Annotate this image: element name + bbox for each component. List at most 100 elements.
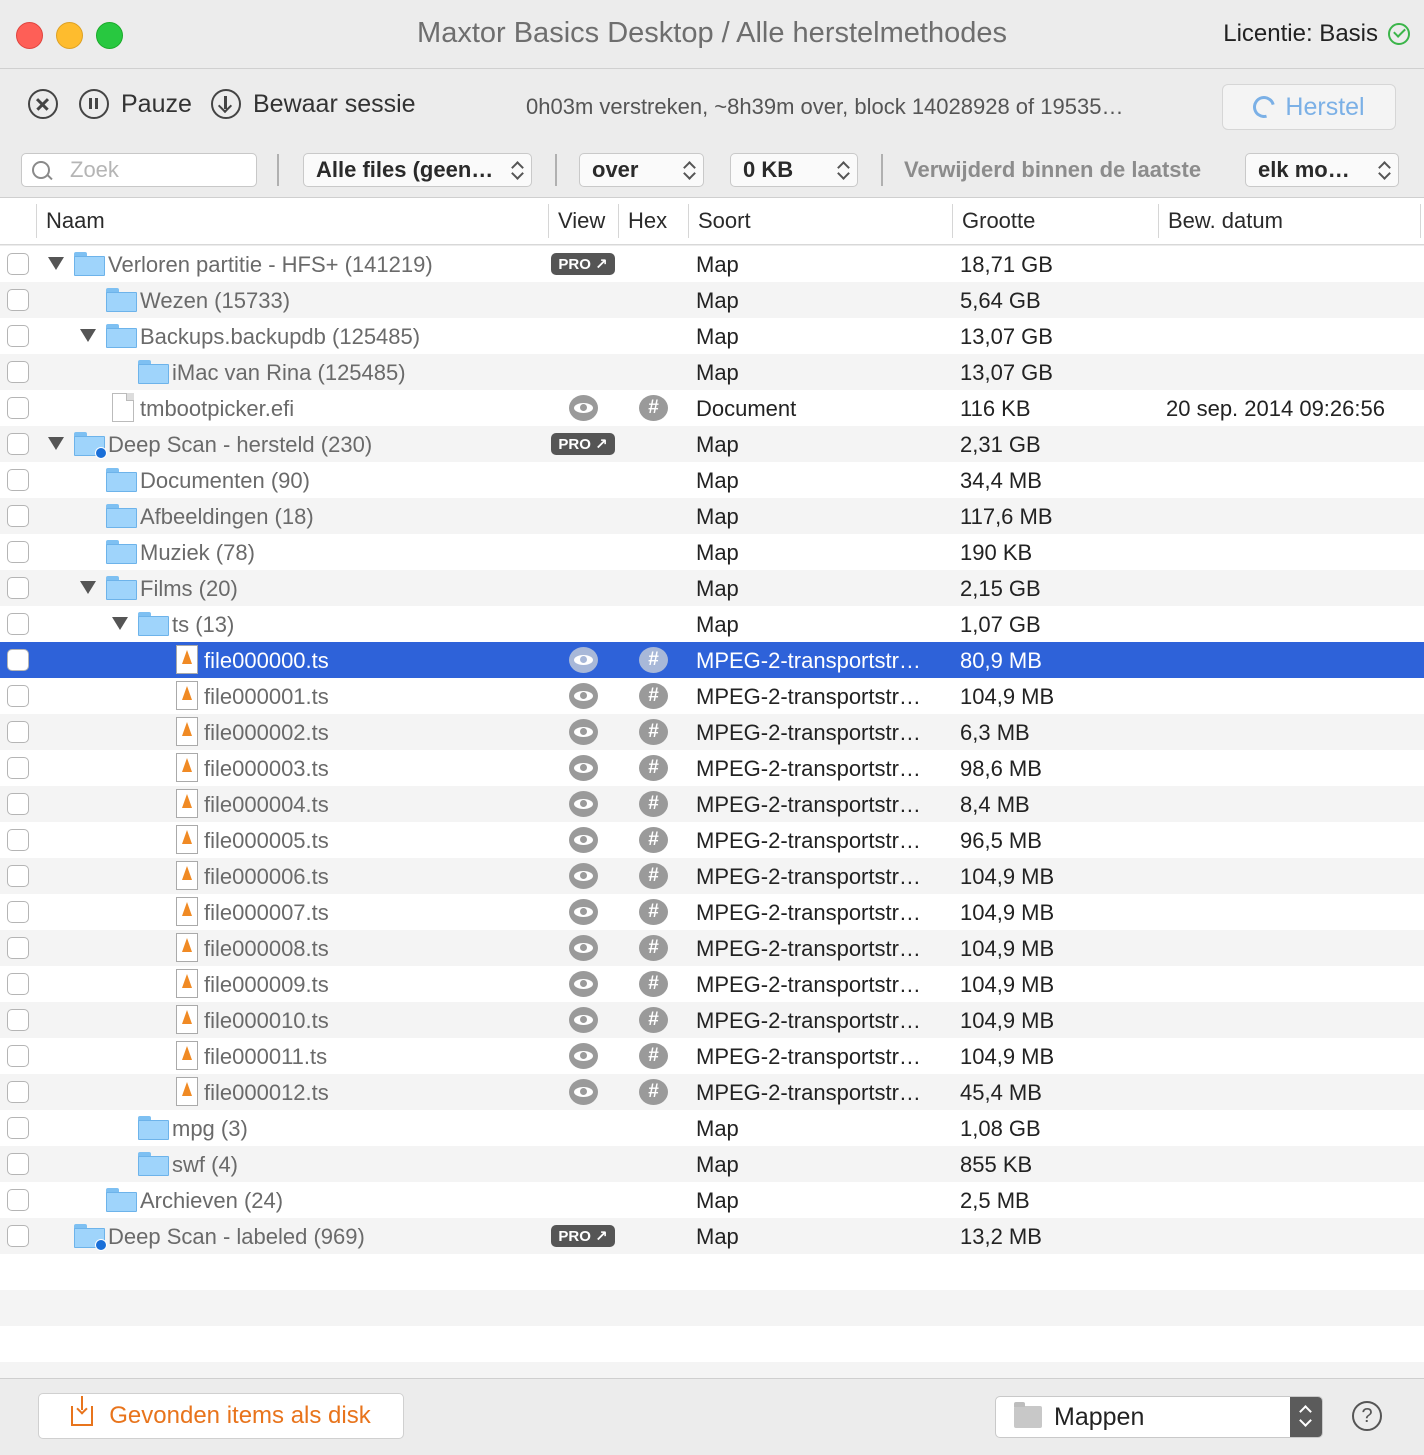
row-checkbox[interactable] <box>7 721 29 743</box>
row-checkbox[interactable] <box>7 793 29 815</box>
row-checkbox[interactable] <box>7 649 29 671</box>
column-view[interactable]: View <box>558 208 605 234</box>
preview-eye-icon[interactable] <box>569 935 598 961</box>
license-indicator[interactable]: Licentie: Basis <box>1223 20 1410 48</box>
row-checkbox[interactable] <box>7 1189 29 1211</box>
row-checkbox[interactable] <box>7 505 29 527</box>
tree-row[interactable]: file000009.ts # MPEG-2-transportstr… 104,9 … <box>0 966 1424 1002</box>
column-date[interactable]: Bew. datum <box>1168 208 1283 234</box>
row-checkbox[interactable] <box>7 1009 29 1031</box>
preview-eye-icon[interactable] <box>569 647 598 673</box>
row-checkbox[interactable] <box>7 433 29 455</box>
tree-row[interactable]: Deep Scan - labeled (969) PRO ↗ Map 13,2 MB <box>0 1218 1424 1254</box>
search-field[interactable] <box>21 153 257 187</box>
tree-row[interactable]: Films (20) Map 2,15 GB <box>0 570 1424 606</box>
preview-eye-icon[interactable] <box>569 1043 598 1069</box>
pro-badge[interactable]: PRO ↗ <box>551 253 615 275</box>
hex-view-icon[interactable]: # <box>639 647 668 673</box>
preview-eye-icon[interactable] <box>569 791 598 817</box>
tree-row[interactable]: iMac van Rina (125485) Map 13,07 GB <box>0 354 1424 390</box>
tree-row[interactable]: Muziek (78) Map 190 KB <box>0 534 1424 570</box>
pro-badge[interactable]: PRO ↗ <box>551 1225 615 1247</box>
row-checkbox[interactable] <box>7 865 29 887</box>
preview-eye-icon[interactable] <box>569 755 598 781</box>
row-checkbox[interactable] <box>7 1117 29 1139</box>
tree-row[interactable]: Verloren partitie - HFS+ (141219) PRO ↗ Ma… <box>0 246 1424 282</box>
hex-view-icon[interactable]: # <box>639 1079 668 1105</box>
row-checkbox[interactable] <box>7 937 29 959</box>
tree-row[interactable]: mpg (3) Map 1,08 GB <box>0 1110 1424 1146</box>
row-checkbox[interactable] <box>7 613 29 635</box>
row-checkbox[interactable] <box>7 973 29 995</box>
help-button[interactable]: ? <box>1352 1401 1382 1431</box>
hex-view-icon[interactable]: # <box>639 971 668 997</box>
tree-row[interactable]: file000002.ts # MPEG-2-transportstr… 6,3 MB <box>0 714 1424 750</box>
search-input[interactable] <box>68 156 232 184</box>
column-kind[interactable]: Soort <box>698 208 751 234</box>
tree-row[interactable]: file000005.ts # MPEG-2-transportstr… 96,5 M… <box>0 822 1424 858</box>
row-checkbox[interactable] <box>7 361 29 383</box>
hex-view-icon[interactable]: # <box>639 791 668 817</box>
tree-row[interactable]: file000011.ts # MPEG-2-transportstr… 104,9 … <box>0 1038 1424 1074</box>
deleted-period-select[interactable]: elk mo… <box>1245 153 1399 187</box>
row-checkbox[interactable] <box>7 577 29 599</box>
size-value-select[interactable]: 0 KB <box>730 153 858 187</box>
row-checkbox[interactable] <box>7 469 29 491</box>
preview-eye-icon[interactable] <box>569 683 598 709</box>
tree-row[interactable]: tmbootpicker.efi # Document 116 KB 20 sep. 2… <box>0 390 1424 426</box>
row-checkbox[interactable] <box>7 1045 29 1067</box>
column-name[interactable]: Naam <box>46 208 105 234</box>
tree-row[interactable]: file000000.ts # MPEG-2-transportstr… 80,9 M… <box>0 642 1424 678</box>
tree-row[interactable]: swf (4) Map 855 KB <box>0 1146 1424 1182</box>
mount-as-disk-button[interactable]: Gevonden items als disk <box>38 1393 404 1439</box>
preview-eye-icon[interactable] <box>569 1007 598 1033</box>
tree-row[interactable]: file000004.ts # MPEG-2-transportstr… 8,4 MB <box>0 786 1424 822</box>
tree-row[interactable]: Wezen (15733) Map 5,64 GB <box>0 282 1424 318</box>
hex-view-icon[interactable]: # <box>639 827 668 853</box>
tree-row[interactable]: file000010.ts # MPEG-2-transportstr… 104,9 … <box>0 1002 1424 1038</box>
row-checkbox[interactable] <box>7 685 29 707</box>
preview-eye-icon[interactable] <box>569 863 598 889</box>
hex-view-icon[interactable]: # <box>639 935 668 961</box>
hex-view-icon[interactable]: # <box>639 755 668 781</box>
preview-eye-icon[interactable] <box>569 827 598 853</box>
collapse-triangle-icon[interactable] <box>80 581 96 594</box>
column-hex[interactable]: Hex <box>628 208 667 234</box>
preview-eye-icon[interactable] <box>569 1079 598 1105</box>
tree-row[interactable]: Afbeeldingen (18) Map 117,6 MB <box>0 498 1424 534</box>
hex-view-icon[interactable]: # <box>639 899 668 925</box>
tree-row[interactable]: ts (13) Map 1,07 GB <box>0 606 1424 642</box>
hex-view-icon[interactable]: # <box>639 863 668 889</box>
row-checkbox[interactable] <box>7 1081 29 1103</box>
row-checkbox[interactable] <box>7 829 29 851</box>
hex-view-icon[interactable]: # <box>639 719 668 745</box>
tree-row[interactable]: Backups.backupdb (125485) Map 13,07 GB <box>0 318 1424 354</box>
row-checkbox[interactable] <box>7 397 29 419</box>
collapse-triangle-icon[interactable] <box>48 437 64 450</box>
tree-row[interactable]: file000012.ts # MPEG-2-transportstr… 45,4 M… <box>0 1074 1424 1110</box>
tree-row[interactable]: file000008.ts # MPEG-2-transportstr… 104,9 … <box>0 930 1424 966</box>
file-type-select[interactable]: Alle files (geen… <box>303 153 532 187</box>
column-size[interactable]: Grootte <box>962 208 1035 234</box>
recover-button[interactable]: Herstel <box>1222 84 1396 130</box>
row-checkbox[interactable] <box>7 1225 29 1247</box>
hex-view-icon[interactable]: # <box>639 395 668 421</box>
row-checkbox[interactable] <box>7 757 29 779</box>
tree-row[interactable]: Archieven (24) Map 2,5 MB <box>0 1182 1424 1218</box>
tree-row[interactable]: Deep Scan - hersteld (230) PRO ↗ Map 2,31 G… <box>0 426 1424 462</box>
tree-row[interactable]: file000003.ts # MPEG-2-transportstr… 98,6 M… <box>0 750 1424 786</box>
row-checkbox[interactable] <box>7 1153 29 1175</box>
tree-row[interactable]: file000007.ts # MPEG-2-transportstr… 104,9 … <box>0 894 1424 930</box>
row-checkbox[interactable] <box>7 253 29 275</box>
size-comparator-select[interactable]: over <box>579 153 704 187</box>
collapse-triangle-icon[interactable] <box>80 329 96 342</box>
row-checkbox[interactable] <box>7 541 29 563</box>
hex-view-icon[interactable]: # <box>639 1007 668 1033</box>
collapse-triangle-icon[interactable] <box>112 617 128 630</box>
row-checkbox[interactable] <box>7 325 29 347</box>
tree-row[interactable]: file000006.ts # MPEG-2-transportstr… 104,9 … <box>0 858 1424 894</box>
row-checkbox[interactable] <box>7 901 29 923</box>
preview-eye-icon[interactable] <box>569 395 598 421</box>
tree-row[interactable]: file000001.ts # MPEG-2-transportstr… 104,9 … <box>0 678 1424 714</box>
preview-eye-icon[interactable] <box>569 719 598 745</box>
